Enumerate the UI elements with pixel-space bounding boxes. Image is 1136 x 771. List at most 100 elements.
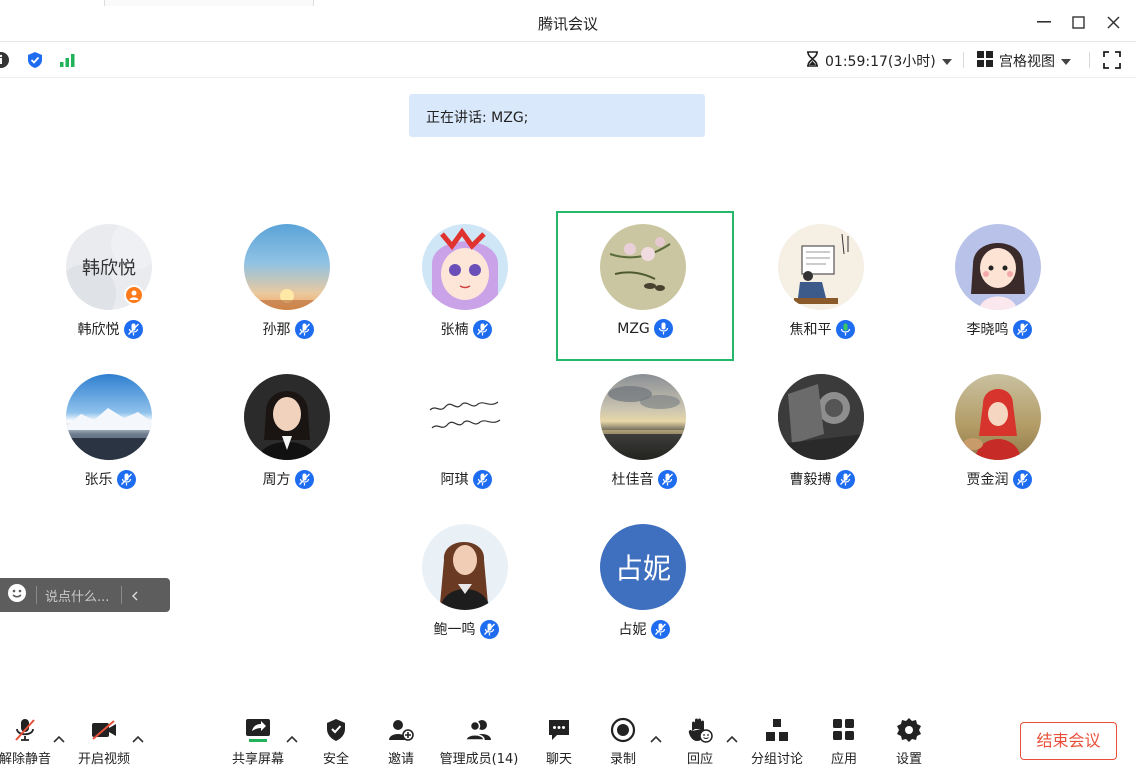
avatar-initials: 韩欣悦 [82, 258, 136, 279]
participant-name: 李晓鸣 [966, 322, 1009, 338]
participant-name: 韩欣悦 [77, 322, 120, 338]
participant-tile-active-speaker[interactable]: MZG [556, 211, 734, 361]
mic-muted-icon [650, 619, 670, 639]
view-mode-dropdown[interactable]: 宫格视图 [977, 51, 1071, 71]
participant-name: 张楠 [440, 322, 469, 338]
invite-button[interactable]: 邀请 [356, 716, 446, 768]
avatar [66, 374, 152, 460]
participant-name: 孙那 [262, 322, 291, 338]
participant-tile[interactable]: 鲍一鸣 [378, 512, 554, 660]
timer-text: 01:59:17(3小时) [825, 54, 936, 70]
background-window-strip [104, 0, 314, 6]
window-title: 腾讯会议 [537, 15, 598, 33]
maximize-icon[interactable] [1068, 12, 1088, 32]
participant-tile[interactable]: 占妮 占妮 [556, 512, 732, 660]
members-icon [434, 716, 524, 744]
mic-muted-icon [835, 469, 855, 489]
participant-name-row: MZG [558, 319, 732, 338]
minimize-icon[interactable] [1034, 12, 1054, 32]
invite-label: 邀请 [387, 752, 414, 767]
participant-name: 杜佳音 [611, 472, 654, 488]
avatar [600, 374, 686, 460]
host-badge-icon [124, 285, 144, 305]
start-video-label: 开启视频 [77, 752, 130, 767]
settings-button[interactable]: 设置 [864, 716, 954, 768]
participant-name: 贾金润 [966, 472, 1009, 488]
chevron-up-icon[interactable] [131, 734, 145, 744]
avatar [244, 224, 330, 310]
mic-muted-icon [1012, 319, 1032, 339]
mic-muted-icon [657, 469, 677, 489]
fullscreen-icon[interactable] [1103, 51, 1121, 73]
chat-input-placeholder[interactable]: 说点什么... [45, 586, 109, 605]
participant-tile[interactable]: 焦和平 [734, 212, 910, 360]
mic-muted-icon [294, 469, 314, 489]
mic-on-icon [653, 319, 673, 338]
participant-name-row: 鲍一鸣 [378, 619, 554, 639]
speaking-banner: 正在讲话: MZG; [409, 94, 705, 137]
chevron-left-icon[interactable] [132, 586, 138, 605]
avatar-initials: 占妮 [614, 552, 671, 585]
mic-muted-icon [479, 619, 499, 639]
participant-tile[interactable]: 周方 [200, 362, 376, 510]
participant-name: 占妮 [618, 622, 647, 638]
participant-tile[interactable]: 张楠 [378, 212, 554, 360]
participant-tile[interactable]: 张乐 [22, 362, 198, 510]
participant-tile[interactable]: 韩欣悦 韩欣悦 [22, 212, 198, 360]
participant-name-row: 占妮 [556, 619, 732, 639]
avatar [600, 224, 686, 310]
meeting-timer[interactable]: 01:59:17(3小时) [806, 51, 952, 71]
participant-name-row: 杜佳音 [556, 469, 732, 489]
info-icon[interactable] [0, 51, 10, 73]
divider [963, 52, 964, 68]
participant-tile[interactable]: 杜佳音 [556, 362, 732, 510]
participant-name-row: 张乐 [22, 469, 198, 489]
grid-view-icon [977, 51, 993, 71]
participant-tile[interactable]: 李晓鸣 [911, 212, 1087, 360]
close-icon[interactable] [1103, 12, 1123, 32]
participant-name-row: 张楠 [378, 319, 554, 339]
chevron-down-icon [941, 53, 952, 69]
manage-members-label: 管理成员(14) [439, 752, 519, 767]
participant-name-row: 贾金润 [911, 469, 1087, 489]
participant-name-row: 李晓鸣 [911, 319, 1087, 339]
mic-on-icon [835, 319, 855, 339]
manage-members-button[interactable]: 管理成员(14) [434, 716, 524, 768]
participant-name-row: 曹毅搏 [734, 469, 910, 489]
mic-muted-icon [1012, 469, 1032, 489]
participant-name-row: 焦和平 [734, 319, 910, 339]
participant-tile[interactable]: 阿琪 [378, 362, 554, 510]
mic-muted-icon [294, 319, 314, 339]
emoji-icon[interactable] [7, 583, 27, 607]
divider [1089, 52, 1090, 68]
hourglass-icon [806, 51, 819, 71]
end-meeting-button[interactable]: 结束会议 [1020, 722, 1117, 760]
shield-icon[interactable] [26, 51, 44, 73]
avatar [778, 224, 864, 310]
participant-name: 鲍一鸣 [433, 622, 476, 638]
signal-icon[interactable] [59, 51, 77, 73]
avatar [955, 224, 1041, 310]
participant-tile[interactable]: 贾金润 [911, 362, 1087, 510]
participant-tile[interactable]: 曹毅搏 [734, 362, 910, 510]
settings-label: 设置 [895, 752, 922, 767]
gear-icon [864, 716, 954, 744]
chat-quick-input[interactable]: 说点什么... [0, 578, 170, 612]
participant-tile[interactable]: 孙那 [200, 212, 376, 360]
participant-name-row: 阿琪 [378, 469, 554, 489]
avatar [422, 524, 508, 610]
participant-name-row: 孙那 [200, 319, 376, 339]
divider [121, 586, 123, 604]
mic-muted-icon [116, 469, 136, 489]
avatar [955, 374, 1041, 460]
avatar [778, 374, 864, 460]
participant-name: 焦和平 [789, 322, 832, 338]
chevron-down-icon [1061, 53, 1071, 69]
participant-name: MZG [617, 320, 650, 337]
participant-name-row: 周方 [200, 469, 376, 489]
participant-name: 曹毅搏 [789, 472, 832, 488]
title-bar: 腾讯会议 [0, 0, 1136, 42]
participant-name: 周方 [262, 472, 291, 488]
share-screen-label: 共享屏幕 [231, 752, 284, 767]
mic-muted-icon [472, 319, 492, 339]
